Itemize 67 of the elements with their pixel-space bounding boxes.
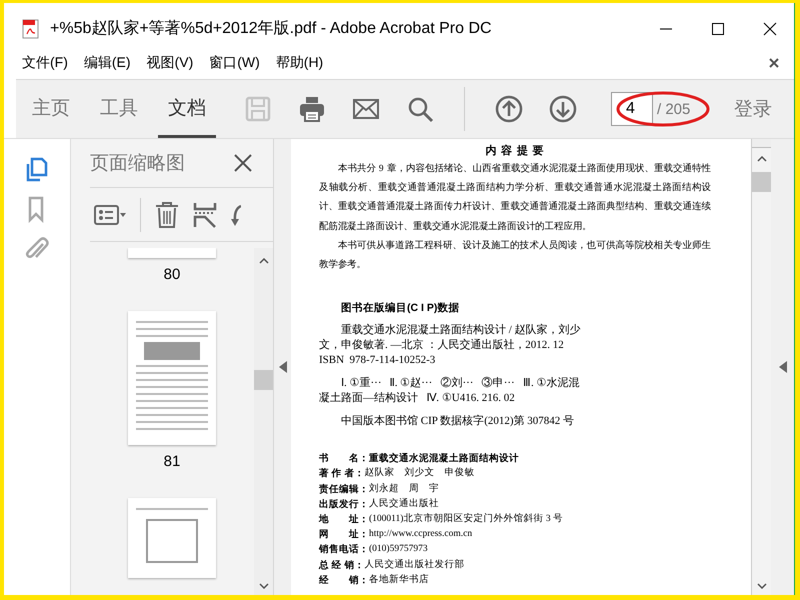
field-value: (010)59757973 <box>369 543 428 556</box>
trash-icon[interactable] <box>155 200 179 228</box>
options-icon[interactable] <box>94 204 126 226</box>
menu-item[interactable]: 文件(F) <box>22 54 68 72</box>
field-value: 人民交通出版社发行部 <box>364 558 464 572</box>
down-caret-icon[interactable] <box>756 583 766 589</box>
close-icon[interactable] <box>233 153 253 173</box>
field-label: 网 址： <box>319 528 369 542</box>
pdf-file-icon <box>22 18 40 38</box>
field-label: 销售电话： <box>319 543 369 558</box>
search-icon[interactable] <box>406 95 434 123</box>
split-handle[interactable] <box>752 139 771 148</box>
field-value: 重载交通水泥混凝土路面结构设计 <box>369 452 519 466</box>
up-caret-icon[interactable] <box>258 258 268 264</box>
scroll-thumb[interactable] <box>752 172 771 192</box>
page-thumbnail[interactable] <box>128 248 216 258</box>
field-value: 刘永超 周 宇 <box>369 482 439 496</box>
page-number: 80 <box>164 266 180 283</box>
field-label: 书 名： <box>319 452 369 466</box>
up-caret-icon[interactable] <box>756 156 766 162</box>
page-count: / 205 <box>657 100 690 118</box>
field-value: 赵队家 刘少文 申俊敏 <box>364 466 474 480</box>
field-label: 责任编辑： <box>319 482 369 497</box>
maximize-icon[interactable] <box>711 22 725 36</box>
menu-item[interactable]: 窗口(W) <box>209 54 260 72</box>
down-arrow-circle-icon[interactable] <box>549 95 577 123</box>
menu-item[interactable]: 编辑(E) <box>84 54 131 72</box>
text-line: 文，申俊敏著. —北京 ：人民交通出版社，2012. 12 <box>319 338 565 354</box>
toolbar-tab[interactable]: 工具 <box>90 80 148 138</box>
text-line: 重载交通水泥混凝土路面结构设计 / 赵队家，刘少 <box>340 323 582 338</box>
field-value: http://www.ccpress.com.cn <box>369 528 472 542</box>
field-value: 人民交通出版社 <box>369 497 439 511</box>
printer-icon[interactable] <box>298 95 326 123</box>
page-thumbnail[interactable] <box>128 498 216 578</box>
page-number: 81 <box>164 453 180 470</box>
field-label: 地 址： <box>319 513 369 528</box>
paragraph: 本书可供从事道路工程科研、设计及施工的技术人员阅读，也可供高等院校相关专业师生教学参考。 <box>319 239 711 272</box>
down-caret-icon[interactable] <box>258 583 268 589</box>
field-value: 各地新华书店 <box>369 573 429 587</box>
field-label: 经 销： <box>319 574 369 588</box>
menu-item[interactable]: 帮助(H) <box>276 54 324 72</box>
text-line: 中国版本图书馆 CIP 数据核字(2012)第 307842 号 <box>340 414 576 430</box>
text-line: Ⅰ. ①重··· Ⅱ. ①赵··· ②刘··· ③申··· Ⅲ. ①水泥混 <box>340 376 580 392</box>
collapse-arrow-icon[interactable] <box>278 361 286 373</box>
toolbar-tab[interactable]: 主页 <box>22 80 80 138</box>
menu-item[interactable]: 视图(V) <box>146 54 194 72</box>
scrollbar[interactable] <box>254 248 273 595</box>
page-extract-icon[interactable] <box>193 200 217 228</box>
expand-arrow-icon[interactable] <box>778 361 786 373</box>
scroll-thumb[interactable] <box>254 370 273 390</box>
cip-heading: 图书在版编目(C I P)数据 <box>341 301 460 316</box>
close-icon[interactable] <box>769 58 779 68</box>
up-arrow-circle-icon[interactable] <box>495 95 523 123</box>
document-heading: 内 容 提 要 <box>484 144 546 158</box>
field-value: (100011)北京市朝阳区安定门外外馆斜街 3 号 <box>369 512 563 526</box>
paragraph: 本书共分 9 章，内容包括绪论、山西省重载交通水泥混凝土路面使用现状、重载交通特性及轴载分析、重载交通普通混凝土路面结构力学分析、重载交通普通水泥混凝土路面结构设计、重载交通普通混凝土路面传力杆设计、重载交通普通混凝土路面典型结构、重载交通连续配筋混凝土路面设计、重载交通水泥混凝土路面设计的工程应用。 <box>319 162 711 234</box>
sign-in-button[interactable]: 登录 <box>728 95 778 123</box>
page-thumbnail[interactable] <box>128 311 216 445</box>
window-title: +%5b赵队家+等著%5d+2012年版.pdf - Adobe Acrobat Pro DC <box>50 18 492 39</box>
panel-title: 页面缩略图 <box>90 152 185 176</box>
field-label: 总 经 销： <box>319 558 364 573</box>
close-icon[interactable] <box>763 22 777 36</box>
text-line: ISBN 978-7-114-10252-3 <box>319 353 436 368</box>
text-line: 凝土路面—结构设计 Ⅳ. ①U416. 216. 02 <box>319 391 516 406</box>
scrollbar[interactable] <box>751 139 771 595</box>
field-label: 出版发行： <box>319 498 369 512</box>
field-label: 著 作 者： <box>319 467 364 482</box>
